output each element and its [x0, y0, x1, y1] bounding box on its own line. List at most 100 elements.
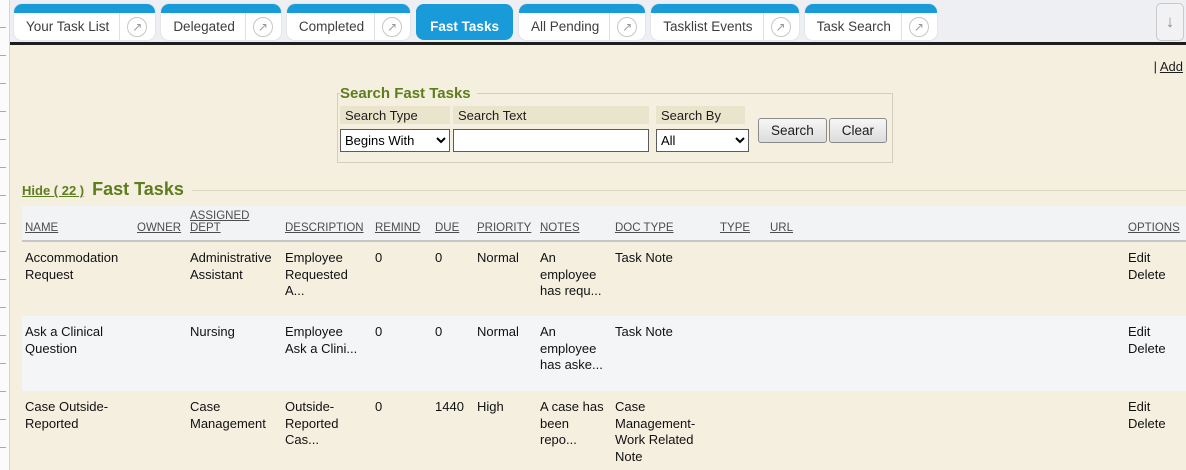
search-by-select[interactable]: All	[656, 129, 749, 152]
down-arrow-icon: ↓	[1166, 12, 1175, 32]
section-rule	[192, 190, 1186, 191]
column-header-assigned-dept: ASSIGNED DEPT	[187, 206, 282, 241]
tab-label: Task Search	[805, 13, 901, 40]
cell-due: 0	[432, 316, 474, 391]
tab-label: Completed	[287, 13, 374, 40]
tab-label: Delegated	[161, 13, 245, 40]
cell-doc-type: Task Note	[612, 316, 717, 391]
edit-link[interactable]: Edit	[1128, 324, 1180, 341]
fast-tasks-table: NAME OWNER ASSIGNED DEPT DESCRIPTION REM…	[22, 206, 1186, 466]
external-link-icon: ↗	[771, 17, 791, 37]
search-text-input[interactable]	[453, 129, 649, 152]
search-form: Search Type Search Text Search By Begins…	[340, 106, 887, 154]
open-new-window-button[interactable]: ↗	[609, 13, 645, 40]
cell-assigned-dept: Administrative Assistant	[187, 241, 282, 316]
separator: |	[1154, 59, 1157, 74]
tab-completed[interactable]: Completed ↗	[287, 4, 410, 40]
cell-notes: A case has been repo...	[537, 391, 612, 466]
search-button[interactable]: Search	[758, 118, 827, 143]
search-type-select[interactable]: Begins With	[340, 129, 450, 152]
cell-remind: 0	[372, 391, 432, 466]
search-type-label: Search Type	[340, 106, 450, 124]
edit-link[interactable]: Edit	[1128, 399, 1180, 416]
edit-link[interactable]: Edit	[1128, 250, 1180, 267]
column-header-description: DESCRIPTION	[282, 206, 372, 241]
cell-owner	[134, 391, 187, 466]
cell-url	[767, 241, 1125, 316]
cell-name: Ask a Clinical Question	[22, 316, 134, 391]
section-title: Fast Tasks	[92, 179, 184, 200]
cell-type	[717, 316, 767, 391]
cell-options: Edit Delete	[1125, 241, 1186, 316]
cell-type	[717, 391, 767, 466]
delete-link[interactable]: Delete	[1128, 267, 1180, 284]
table-header-row: NAME OWNER ASSIGNED DEPT DESCRIPTION REM…	[22, 206, 1186, 241]
cell-options: Edit Delete	[1125, 316, 1186, 391]
tab-fast-tasks[interactable]: Fast Tasks	[416, 4, 513, 40]
search-fast-tasks-panel: Search Fast Tasks Search Type Search Tex…	[337, 85, 893, 163]
cell-remind: 0	[372, 316, 432, 391]
column-header-remind: REMIND	[372, 206, 432, 241]
cell-notes: An employee has aske...	[537, 316, 612, 391]
open-new-window-button[interactable]: ↗	[119, 13, 155, 40]
search-by-label: Search By	[656, 106, 745, 124]
column-header-owner: OWNER	[134, 206, 187, 241]
delete-link[interactable]: Delete	[1128, 341, 1180, 358]
external-link-icon: ↗	[253, 17, 273, 37]
hide-count-link[interactable]: Hide ( 22 )	[22, 183, 84, 198]
cell-owner	[134, 316, 187, 391]
external-link-icon: ↗	[617, 17, 637, 37]
column-header-type: TYPE	[717, 206, 767, 241]
table-row: Ask a Clinical Question Nursing Employee…	[22, 316, 1186, 391]
table-row: Accommodation Request Administrative Ass…	[22, 241, 1186, 316]
cell-priority: Normal	[474, 316, 537, 391]
search-text-label: Search Text	[453, 106, 649, 124]
cell-priority: High	[474, 391, 537, 466]
tab-bar: Your Task List ↗ Delegated ↗ Completed ↗…	[10, 0, 1186, 45]
external-link-icon: ↗	[127, 17, 147, 37]
app-window: Your Task List ↗ Delegated ↗ Completed ↗…	[0, 0, 1186, 470]
cell-description: Employee Ask a Clini...	[282, 316, 372, 391]
cell-type	[717, 241, 767, 316]
tab-all-pending[interactable]: All Pending ↗	[519, 4, 645, 40]
tab-label: All Pending	[519, 13, 609, 40]
cell-description: Outside-Reported Cas...	[282, 391, 372, 466]
cell-due: 0	[432, 241, 474, 316]
tab-delegated[interactable]: Delegated ↗	[161, 4, 281, 40]
table-row: Case Outside-Reported Case Management Ou…	[22, 391, 1186, 466]
column-header-doc-type: DOC TYPE	[612, 206, 717, 241]
cell-doc-type: Case Management-Work Related Note	[612, 391, 717, 466]
delete-link[interactable]: Delete	[1128, 416, 1180, 433]
open-new-window-button[interactable]: ↗	[763, 13, 799, 40]
open-new-window-button[interactable]: ↗	[245, 13, 281, 40]
open-new-window-button[interactable]: ↗	[374, 13, 410, 40]
tab-scroll-down-button[interactable]: ↓	[1156, 3, 1184, 41]
column-header-options: OPTIONS	[1125, 206, 1186, 241]
search-panel-legend: Search Fast Tasks	[340, 85, 477, 102]
cell-assigned-dept: Nursing	[187, 316, 282, 391]
cell-remind: 0	[372, 241, 432, 316]
cell-priority: Normal	[474, 241, 537, 316]
frame-splitter[interactable]	[0, 0, 10, 470]
tab-label: Fast Tasks	[416, 13, 513, 40]
fast-tasks-section-header: Hide ( 22 ) Fast Tasks	[22, 179, 1186, 200]
tab-tasklist-events[interactable]: Tasklist Events ↗	[651, 4, 798, 40]
column-header-priority: PRIORITY	[474, 206, 537, 241]
open-new-window-button[interactable]: ↗	[901, 13, 937, 40]
cell-due: 1440	[432, 391, 474, 466]
column-header-name: NAME	[22, 206, 134, 241]
tab-label: Tasklist Events	[651, 13, 762, 40]
column-header-notes: NOTES	[537, 206, 612, 241]
column-header-url: URL	[767, 206, 1125, 241]
cell-name: Accommodation Request	[22, 241, 134, 316]
column-header-due: DUE	[432, 206, 474, 241]
cell-description: Employee Requested A...	[282, 241, 372, 316]
add-link[interactable]: Add	[1160, 59, 1183, 74]
cell-url	[767, 391, 1125, 466]
tab-task-search[interactable]: Task Search ↗	[805, 4, 937, 40]
external-link-icon: ↗	[382, 17, 402, 37]
cell-assigned-dept: Case Management	[187, 391, 282, 466]
clear-button[interactable]: Clear	[829, 118, 887, 143]
tab-your-task-list[interactable]: Your Task List ↗	[14, 4, 155, 40]
main-panel: Your Task List ↗ Delegated ↗ Completed ↗…	[10, 0, 1186, 470]
